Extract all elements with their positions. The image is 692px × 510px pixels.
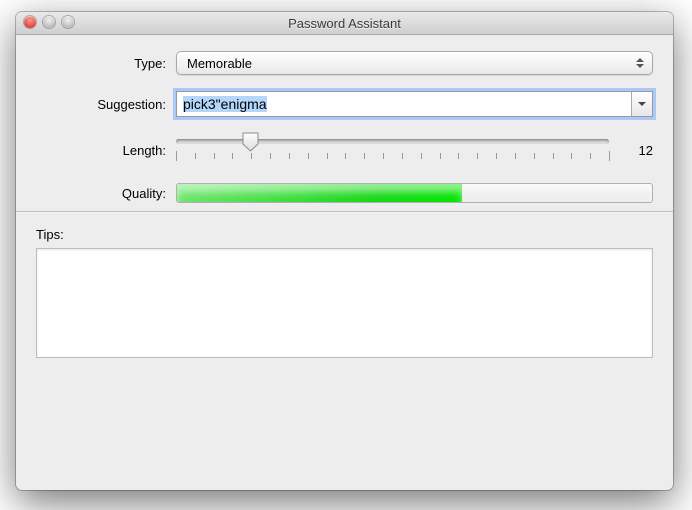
suggestion-row: Suggestion: <box>36 91 653 117</box>
quality-fill <box>177 184 462 202</box>
type-row: Type: Memorable <box>36 51 653 75</box>
chevron-down-icon <box>638 102 646 106</box>
zoom-icon <box>62 16 74 28</box>
length-slider[interactable] <box>176 133 609 167</box>
close-icon[interactable] <box>24 16 36 28</box>
updown-icon <box>634 54 646 72</box>
titlebar: Password Assistant <box>16 12 673 35</box>
type-label: Type: <box>36 56 176 71</box>
suggestion-dropdown-button[interactable] <box>631 92 652 116</box>
minimize-icon <box>43 16 55 28</box>
suggestion-combobox[interactable] <box>176 91 653 117</box>
password-assistant-window: Password Assistant Type: Memorable Sugge… <box>16 12 673 490</box>
tips-text <box>36 248 653 358</box>
quality-label: Quality: <box>36 186 176 201</box>
length-row: Length: <box>36 133 653 167</box>
quality-row: Quality: <box>36 183 653 203</box>
slider-ticks <box>176 151 609 163</box>
type-popup-value: Memorable <box>187 56 252 71</box>
slider-thumb[interactable] <box>242 132 259 152</box>
suggestion-input[interactable] <box>177 92 631 116</box>
length-label: Length: <box>36 143 176 158</box>
window-body: Type: Memorable Suggestion: <box>16 35 673 213</box>
tips-section: Tips: <box>16 213 673 378</box>
window-controls <box>24 16 74 28</box>
type-popup[interactable]: Memorable <box>176 51 653 75</box>
quality-meter <box>176 183 653 203</box>
suggestion-label: Suggestion: <box>36 97 176 112</box>
length-value: 12 <box>609 143 653 158</box>
tips-label: Tips: <box>36 227 653 242</box>
window-title: Password Assistant <box>16 16 673 31</box>
